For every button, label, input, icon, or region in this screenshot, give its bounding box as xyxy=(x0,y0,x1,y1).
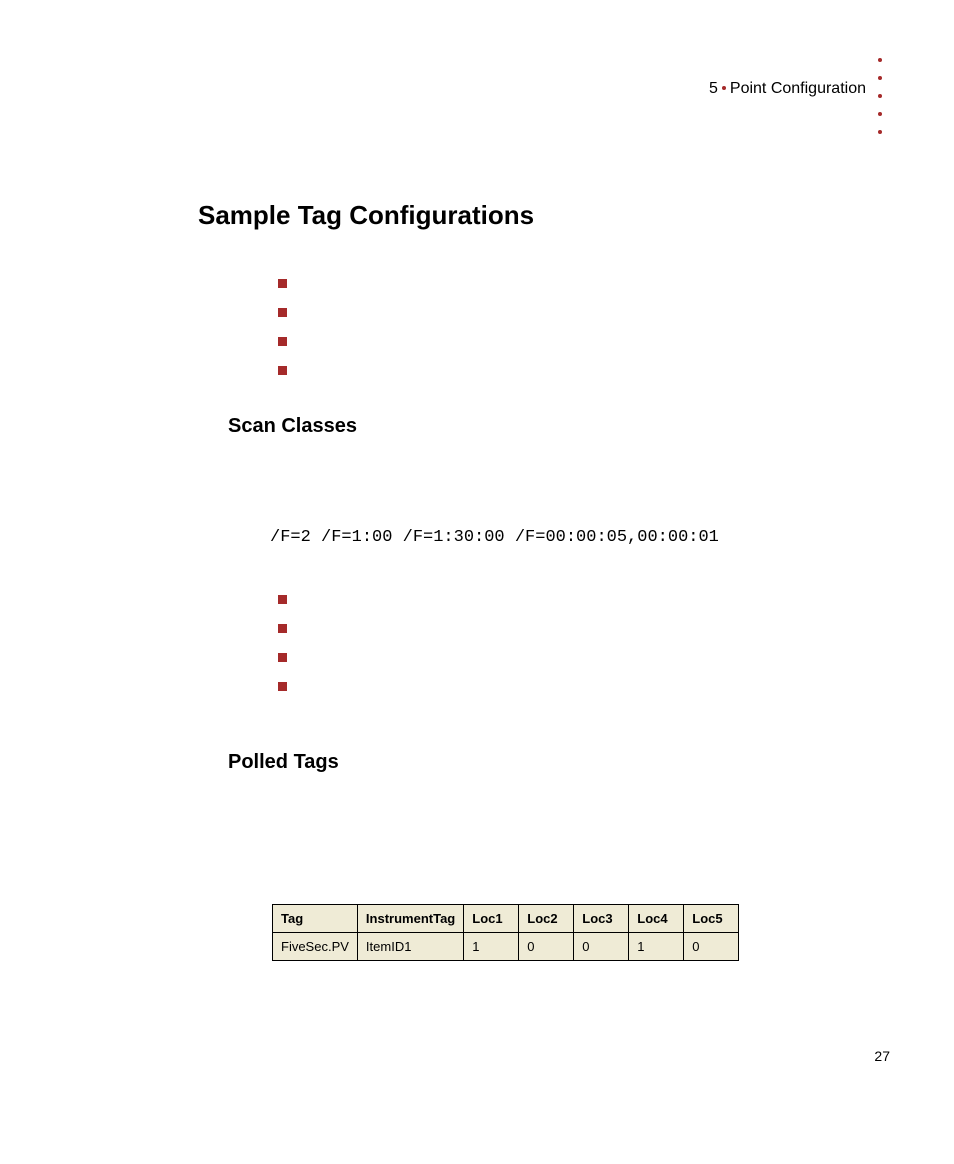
section-heading-scan-classes: Scan Classes xyxy=(228,415,856,438)
side-dot xyxy=(878,112,882,116)
decorative-side-dots xyxy=(878,58,882,134)
side-dot xyxy=(878,76,882,80)
col-header-loc3: Loc3 xyxy=(574,905,629,933)
cell-loc5: 0 xyxy=(684,933,739,961)
bullet-icon xyxy=(278,366,287,375)
bullet-icon xyxy=(278,595,287,604)
chapter-title: Point Configuration xyxy=(730,80,866,98)
page-content: Sample Tag Configurations Scan Classes /… xyxy=(196,200,856,961)
col-header-loc5: Loc5 xyxy=(684,905,739,933)
bullet-icon xyxy=(278,624,287,633)
col-header-loc1: Loc1 xyxy=(464,905,519,933)
table-row: FiveSec.PV ItemID1 1 0 0 1 0 xyxy=(273,933,739,961)
col-header-loc2: Loc2 xyxy=(519,905,574,933)
code-line: /F=2 /F=1:00 /F=1:30:00 /F=00:00:05,00:0… xyxy=(270,528,856,547)
page-number: 27 xyxy=(874,1048,890,1064)
col-header-loc4: Loc4 xyxy=(629,905,684,933)
side-dot xyxy=(878,130,882,134)
cell-instrumenttag: ItemID1 xyxy=(357,933,463,961)
section-heading-polled-tags: Polled Tags xyxy=(228,751,856,774)
chapter-number: 5 xyxy=(709,80,718,98)
col-header-instrumenttag: InstrumentTag xyxy=(357,905,463,933)
cell-tag: FiveSec.PV xyxy=(273,933,358,961)
cell-loc1: 1 xyxy=(464,933,519,961)
table-header-row: Tag InstrumentTag Loc1 Loc2 Loc3 Loc4 Lo… xyxy=(273,905,739,933)
cell-loc4: 1 xyxy=(629,933,684,961)
bullet-icon xyxy=(278,653,287,662)
bullet-list-top xyxy=(278,279,856,375)
header-dot-icon xyxy=(722,86,726,90)
polled-tags-table: Tag InstrumentTag Loc1 Loc2 Loc3 Loc4 Lo… xyxy=(272,904,739,961)
bullet-icon xyxy=(278,308,287,317)
side-dot xyxy=(878,94,882,98)
page-title: Sample Tag Configurations xyxy=(198,200,856,231)
bullet-list-middle xyxy=(278,595,856,691)
bullet-icon xyxy=(278,279,287,288)
running-header: 5 Point Configuration xyxy=(709,80,866,98)
col-header-tag: Tag xyxy=(273,905,358,933)
cell-loc2: 0 xyxy=(519,933,574,961)
cell-loc3: 0 xyxy=(574,933,629,961)
side-dot xyxy=(878,58,882,62)
bullet-icon xyxy=(278,337,287,346)
bullet-icon xyxy=(278,682,287,691)
